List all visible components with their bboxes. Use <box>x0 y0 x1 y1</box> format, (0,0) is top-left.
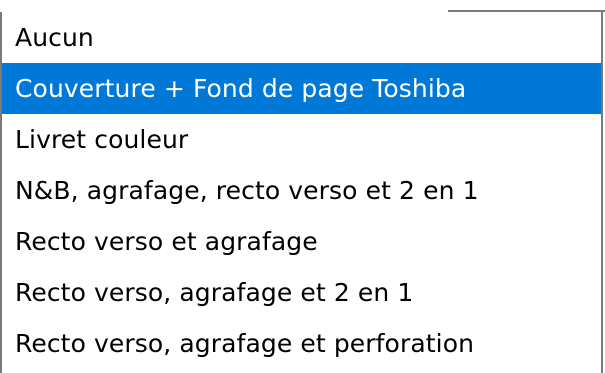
dropdown-option-livret-couleur[interactable]: Livret couleur <box>2 114 601 165</box>
dropdown-option-recto-verso-agrafage-perforation[interactable]: Recto verso, agrafage et perforation <box>2 318 601 369</box>
dropdown-option-aucun[interactable]: Aucun <box>2 12 601 63</box>
combo-box-edge <box>0 0 605 12</box>
dropdown-option-recto-verso-agrafage[interactable]: Recto verso et agrafage <box>2 216 601 267</box>
dropdown-option-couverture-fond-de-page-toshiba[interactable]: Couverture + Fond de page Toshiba <box>2 63 601 114</box>
dropdown-list[interactable]: Aucun Couverture + Fond de page Toshiba … <box>0 12 603 373</box>
dropdown-option-nb-agrafage-recto-verso-2-en-1[interactable]: N&B, agrafage, recto verso et 2 en 1 <box>2 165 601 216</box>
dropdown-option-recto-verso-agrafage-2-en-1[interactable]: Recto verso, agrafage et 2 en 1 <box>2 267 601 318</box>
